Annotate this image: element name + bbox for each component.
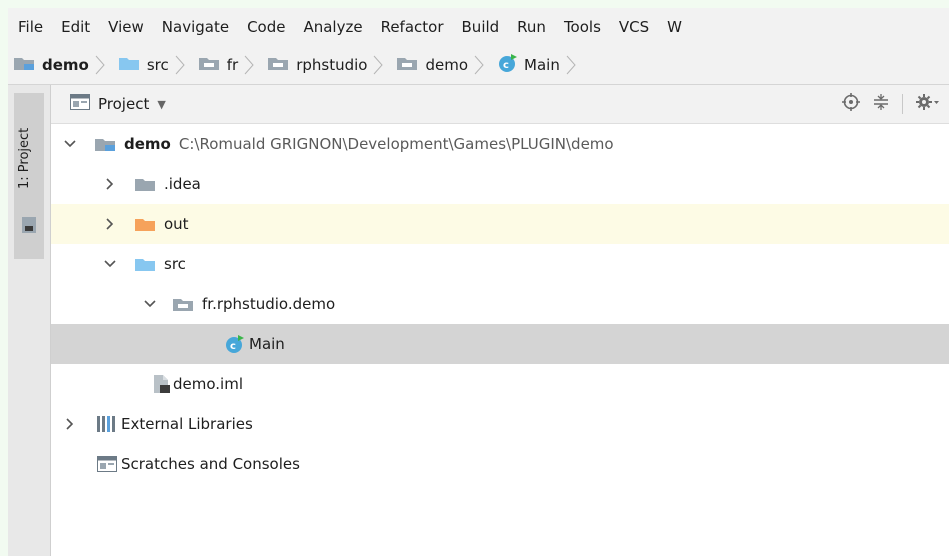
chevron-right-icon[interactable]	[103, 177, 117, 191]
menu-refactor[interactable]: Refactor	[377, 8, 448, 46]
project-panel: Project ▼ demo C:\Romuald GRIGNON\Develo…	[51, 85, 949, 556]
folder-icon	[135, 176, 157, 192]
menu-view[interactable]: View	[104, 8, 148, 46]
tree-item-label: demo	[124, 135, 171, 153]
breadcrumb-item-demo-module[interactable]: demo	[14, 55, 89, 75]
menu-analyze[interactable]: Analyze	[299, 8, 366, 46]
tree-item-label: src	[164, 255, 186, 273]
class-icon: c	[225, 334, 245, 354]
menu-navigate[interactable]: Navigate	[158, 8, 233, 46]
tree-row-package[interactable]: fr.rphstudio.demo	[51, 284, 949, 324]
breadcrumb: demo src fr rphstudio demo c Main	[8, 46, 949, 85]
menu-build[interactable]: Build	[458, 8, 504, 46]
tree-row-demo[interactable]: demo C:\Romuald GRIGNON\Development\Game…	[51, 124, 949, 164]
source-folder-icon	[135, 256, 157, 272]
svg-text:c: c	[230, 341, 236, 352]
tree-item-label: Scratches and Consoles	[121, 455, 300, 473]
package-folder-icon	[198, 55, 221, 75]
iml-file-icon	[153, 374, 171, 394]
chevron-right-icon	[468, 46, 490, 84]
tree-item-label: out	[164, 215, 189, 233]
collapse-all-icon[interactable]	[872, 93, 890, 115]
tree-row-src[interactable]: src	[51, 244, 949, 284]
breadcrumb-item-fr[interactable]: fr	[198, 55, 239, 75]
scratches-icon	[97, 456, 117, 472]
chevron-right-icon	[560, 46, 582, 84]
project-panel-toolbar: Project ▼	[51, 85, 949, 124]
breadcrumb-label: Main	[524, 56, 560, 74]
project-view-selector[interactable]: Project	[98, 95, 149, 113]
menu-tools[interactable]: Tools	[560, 8, 605, 46]
breadcrumb-item-src[interactable]: src	[118, 55, 169, 75]
tree-row-main[interactable]: c Main	[51, 324, 949, 364]
menu-vcs[interactable]: VCS	[615, 8, 653, 46]
chevron-down-icon[interactable]	[103, 257, 117, 271]
menu-code[interactable]: Code	[243, 8, 289, 46]
chevron-right-icon	[89, 46, 111, 84]
tree-row-scratches[interactable]: Scratches and Consoles	[51, 444, 949, 484]
libraries-icon	[97, 415, 119, 433]
class-icon: c	[498, 53, 518, 77]
settings-gear-icon[interactable]	[915, 93, 939, 115]
tree-row-out[interactable]: out	[51, 204, 949, 244]
tool-window-strip: 1: Project	[8, 85, 51, 556]
package-folder-icon	[268, 55, 290, 75]
tree-item-label: External Libraries	[121, 415, 253, 433]
excluded-folder-icon	[135, 216, 157, 232]
menu-edit[interactable]: Edit	[57, 8, 94, 46]
module-folder-icon	[95, 136, 117, 152]
source-folder-icon	[118, 55, 141, 75]
module-path: C:\Romuald GRIGNON\Development\Games\PLU…	[178, 135, 614, 153]
breadcrumb-item-rphstudio[interactable]: rphstudio	[268, 55, 367, 75]
tree-item-label: fr.rphstudio.demo	[202, 295, 336, 313]
chevron-right-icon[interactable]	[103, 217, 117, 231]
project-tab-label: 1: Project	[17, 127, 32, 189]
breadcrumb-label: rphstudio	[296, 56, 368, 74]
dropdown-arrow-icon[interactable]: ▼	[157, 98, 165, 111]
menu-window[interactable]: W	[663, 8, 686, 46]
locate-icon[interactable]	[842, 93, 860, 115]
menu-file[interactable]: File	[14, 8, 47, 46]
menu-run[interactable]: Run	[513, 8, 550, 46]
chevron-right-icon	[169, 46, 191, 84]
chevron-right-icon	[367, 46, 389, 84]
breadcrumb-label: src	[146, 56, 169, 74]
breadcrumb-label: demo	[42, 56, 89, 74]
breadcrumb-label: fr	[226, 56, 239, 74]
ide-window: File Edit View Navigate Code Analyze Ref…	[8, 8, 949, 556]
chevron-down-icon[interactable]	[143, 297, 157, 311]
breadcrumb-item-main[interactable]: c Main	[498, 53, 560, 77]
menu-bar: File Edit View Navigate Code Analyze Ref…	[8, 8, 949, 46]
project-view-icon	[70, 94, 90, 114]
project-tab-icon	[22, 217, 36, 237]
package-folder-icon	[173, 296, 195, 312]
package-folder-icon	[397, 55, 419, 75]
module-folder-icon	[14, 55, 36, 75]
breadcrumb-label: demo	[425, 56, 469, 74]
panel-tools	[842, 85, 939, 123]
tree-item-label: demo.iml	[173, 375, 243, 393]
chevron-right-icon[interactable]	[63, 417, 77, 431]
svg-text:c: c	[503, 60, 509, 71]
chevron-down-icon[interactable]	[63, 137, 77, 151]
tree-row-idea[interactable]: .idea	[51, 164, 949, 204]
tree-item-label: .idea	[164, 175, 201, 193]
chevron-right-icon	[238, 46, 260, 84]
project-tool-window-tab[interactable]: 1: Project	[14, 93, 44, 259]
tree-row-external-libraries[interactable]: External Libraries	[51, 404, 949, 444]
project-tree: demo C:\Romuald GRIGNON\Development\Game…	[51, 124, 949, 484]
toolbar-divider	[902, 94, 903, 114]
breadcrumb-item-demo-package[interactable]: demo	[397, 55, 468, 75]
tree-item-label: Main	[249, 335, 285, 353]
tree-row-demo-iml[interactable]: demo.iml	[51, 364, 949, 404]
